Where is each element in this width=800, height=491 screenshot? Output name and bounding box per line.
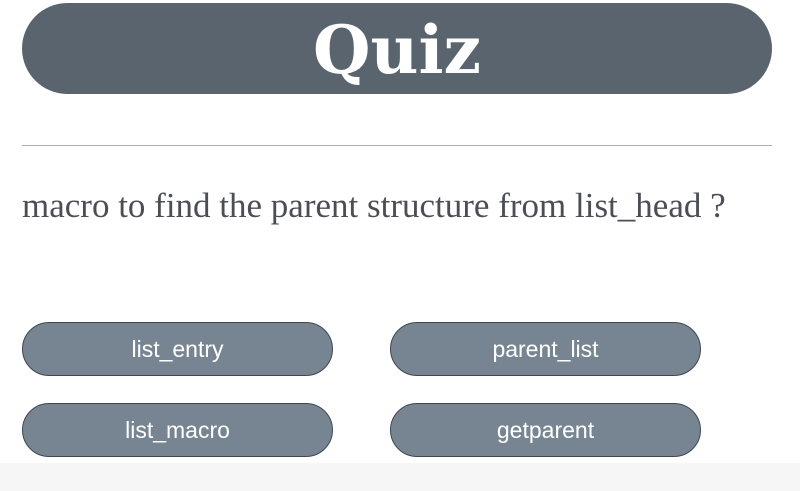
answer-button-parent-list[interactable]: parent_list <box>390 322 701 376</box>
quiz-header: Quiz <box>22 3 772 94</box>
footer-bar <box>0 463 800 491</box>
answer-button-list-macro[interactable]: list_macro <box>22 403 333 457</box>
question-text: macro to find the parent structure from … <box>22 186 726 225</box>
answer-button-list-entry[interactable]: list_entry <box>22 322 333 376</box>
page-title: Quiz <box>312 10 482 89</box>
answer-button-getparent[interactable]: getparent <box>390 403 701 457</box>
divider <box>22 145 772 146</box>
